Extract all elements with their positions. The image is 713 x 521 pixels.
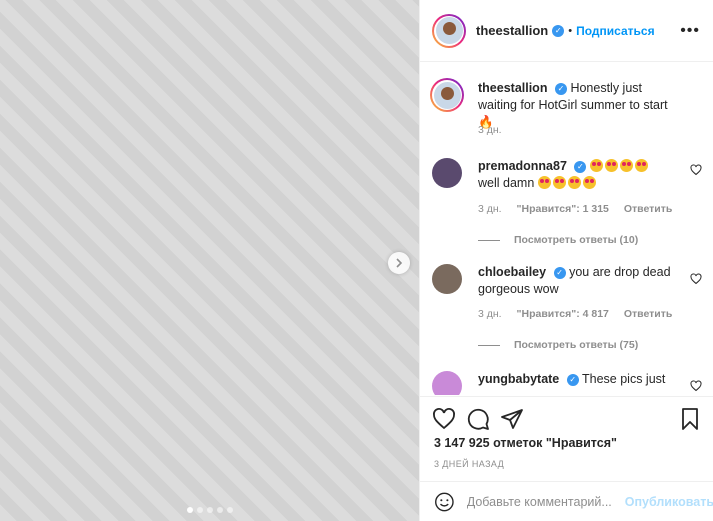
carousel-dot bbox=[226, 507, 233, 513]
post-header: theestallion ✓ • Подписаться ••• bbox=[420, 0, 713, 62]
view-replies-label[interactable]: Посмотреть ответы (10) bbox=[514, 234, 638, 246]
more-icon[interactable]: ••• bbox=[680, 22, 700, 40]
comment-item: chloebailey ✓ you are drop dead gorgeous… bbox=[432, 264, 702, 354]
comment-text-block: yungbabytate ✓ These pics just bbox=[478, 371, 678, 388]
post-date[interactable]: 3 ДНЕЙ НАЗАД bbox=[434, 459, 504, 469]
reply-button[interactable]: Ответить bbox=[624, 308, 673, 320]
author-avatar[interactable] bbox=[430, 78, 464, 112]
verified-icon: ✓ bbox=[566, 373, 579, 386]
heart-eyes-emoji-row bbox=[537, 176, 598, 190]
commenter-avatar[interactable] bbox=[432, 158, 462, 188]
carousel-dot bbox=[186, 507, 193, 513]
comment-text-block: chloebailey ✓ you are drop dead gorgeous… bbox=[478, 264, 678, 298]
comment-input[interactable] bbox=[466, 494, 617, 509]
caption-username[interactable]: theestallion bbox=[478, 81, 547, 95]
comment-username[interactable]: chloebailey bbox=[478, 265, 546, 279]
like-comment-icon[interactable] bbox=[690, 273, 702, 285]
caption-meta: 3 дн. bbox=[478, 124, 514, 136]
carousel-dot bbox=[216, 507, 223, 513]
carousel-dot bbox=[196, 507, 203, 513]
author-avatar[interactable] bbox=[432, 13, 466, 48]
add-comment-bar: Опубликовать bbox=[420, 481, 713, 521]
comment-text-block: premadonna87 ✓ well damn bbox=[478, 158, 678, 192]
save-icon[interactable] bbox=[678, 407, 702, 431]
media-placeholder bbox=[0, 0, 419, 521]
comment-username[interactable]: premadonna87 bbox=[478, 159, 567, 173]
header-separator: • bbox=[568, 24, 573, 37]
like-comment-icon[interactable] bbox=[690, 380, 702, 392]
verified-icon: ✓ bbox=[553, 266, 566, 279]
follow-button[interactable]: Подписаться bbox=[576, 24, 654, 38]
carousel-dots bbox=[0, 507, 419, 513]
caption: theestallion ✓ Honestly just waiting for… bbox=[430, 78, 702, 140]
post-side-panel: theestallion ✓ • Подписаться ••• theesta… bbox=[419, 0, 713, 521]
next-slide-button[interactable] bbox=[388, 252, 410, 274]
post-actions bbox=[420, 396, 713, 440]
comment-username[interactable]: yungbabytate bbox=[478, 372, 559, 386]
view-replies-label[interactable]: Посмотреть ответы (75) bbox=[514, 339, 638, 351]
publish-button[interactable]: Опубликовать bbox=[625, 495, 713, 509]
commenter-avatar[interactable] bbox=[432, 371, 462, 395]
comment-likes[interactable]: "Нравится": 4 817 bbox=[517, 308, 609, 320]
heart-eyes-emoji-row bbox=[589, 159, 650, 173]
comment-text: well damn bbox=[478, 176, 535, 190]
carousel-dot bbox=[206, 507, 213, 513]
instagram-post: theestallion ✓ • Подписаться ••• theesta… bbox=[0, 0, 713, 521]
view-replies-button[interactable]: Посмотреть ответы (75) bbox=[478, 339, 638, 351]
comment-time[interactable]: 3 дн. bbox=[478, 308, 502, 320]
post-media[interactable] bbox=[0, 0, 419, 521]
emoji-icon[interactable] bbox=[434, 491, 455, 513]
verified-icon: ✓ bbox=[552, 24, 565, 37]
share-icon[interactable] bbox=[500, 407, 524, 431]
verified-icon: ✓ bbox=[554, 82, 567, 95]
chevron-right-icon bbox=[396, 258, 403, 268]
comment-item: yungbabytate ✓ These pics just bbox=[432, 371, 702, 395]
reply-button[interactable]: Ответить bbox=[624, 203, 673, 215]
comment-time[interactable]: 3 дн. bbox=[478, 203, 502, 215]
comment-meta: 3 дн. "Нравится": 1 315 Ответить bbox=[478, 203, 684, 215]
comment-item: premadonna87 ✓ well damn 3 дн. "Нравится… bbox=[432, 158, 702, 248]
commenter-avatar[interactable] bbox=[432, 264, 462, 294]
caption-time[interactable]: 3 дн. bbox=[478, 124, 502, 136]
like-comment-icon[interactable] bbox=[690, 164, 702, 176]
like-icon[interactable] bbox=[432, 407, 456, 431]
author-username[interactable]: theestallion bbox=[476, 23, 548, 38]
verified-icon: ✓ bbox=[574, 160, 587, 173]
comment-meta: 3 дн. "Нравится": 4 817 Ответить bbox=[478, 308, 684, 320]
comments-list[interactable]: theestallion ✓ Honestly just waiting for… bbox=[420, 63, 713, 395]
comment-likes[interactable]: "Нравится": 1 315 bbox=[517, 203, 609, 215]
comment-text: These pics just bbox=[582, 372, 666, 386]
likes-count[interactable]: 3 147 925 отметок "Нравится" bbox=[434, 436, 617, 450]
view-replies-button[interactable]: Посмотреть ответы (10) bbox=[478, 234, 638, 246]
comment-icon[interactable] bbox=[466, 407, 490, 431]
